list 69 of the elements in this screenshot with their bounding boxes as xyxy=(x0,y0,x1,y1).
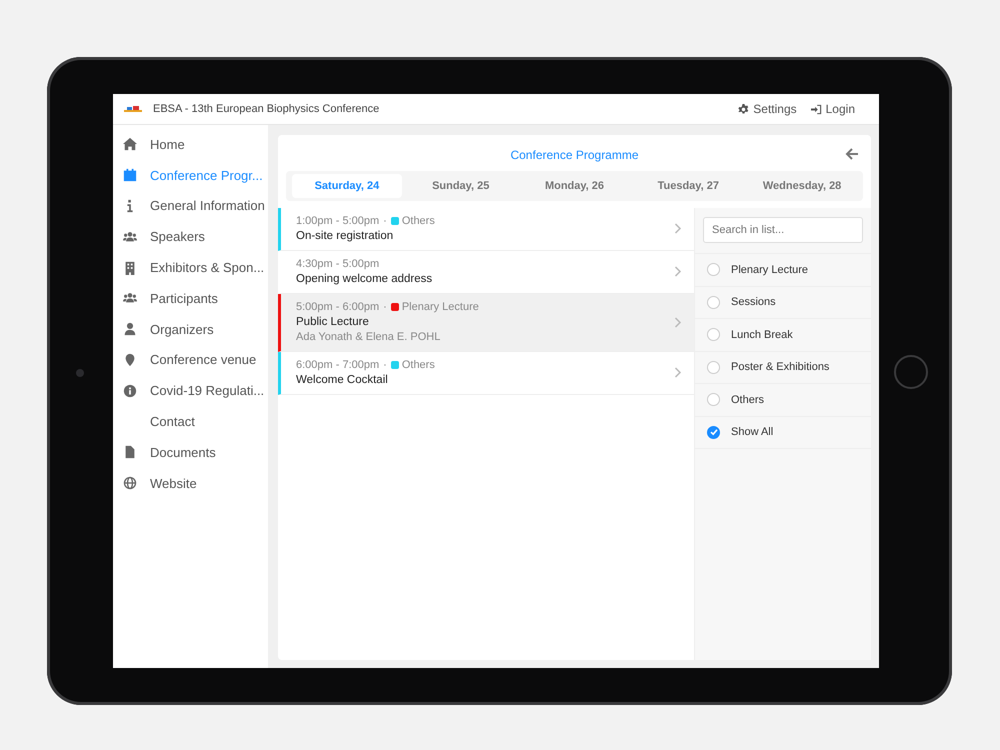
sidebar-item[interactable]: Exhibitors & Spon... xyxy=(113,252,268,283)
event-category: Others xyxy=(402,359,435,371)
camera-dot xyxy=(76,369,84,377)
event-time: 6:00pm - 7:00pm xyxy=(296,359,380,371)
filter-option[interactable]: Others xyxy=(695,383,871,416)
separator-dot: · xyxy=(383,215,387,227)
sidebar-item[interactable]: Speakers xyxy=(113,221,268,252)
filter-option[interactable]: Lunch Break xyxy=(695,318,871,350)
chevron-right-icon xyxy=(674,223,682,234)
sidebar-item[interactable]: Home xyxy=(113,129,268,160)
event-title: On-site registration xyxy=(296,230,394,242)
day-tab[interactable]: Monday, 26 xyxy=(520,174,630,198)
radio-button[interactable] xyxy=(707,263,720,276)
page-title: Conference Programme xyxy=(510,148,639,162)
filter-option[interactable]: Plenary Lecture xyxy=(695,253,871,286)
sidebar-item[interactable]: Participants xyxy=(113,282,268,314)
login-button[interactable]: Login xyxy=(810,102,855,116)
sidebar-item[interactable]: Contact xyxy=(113,406,268,437)
sidebar-item[interactable]: General Information xyxy=(113,190,268,222)
users-icon xyxy=(123,291,137,306)
day-tab[interactable]: Tuesday, 27 xyxy=(633,174,744,198)
event-title: Public Lecture xyxy=(296,316,370,328)
radio-button[interactable] xyxy=(707,360,720,374)
sidebar-item[interactable]: Covid-19 Regulati... xyxy=(113,375,268,406)
globe-icon xyxy=(123,476,137,490)
back-arrow-icon[interactable] xyxy=(845,147,859,161)
event-category: Plenary Lecture xyxy=(402,301,479,313)
home-button[interactable] xyxy=(894,355,928,389)
event-title: Opening welcome address xyxy=(296,273,434,285)
sidebar-item[interactable]: Conference venue xyxy=(113,344,268,376)
day-tab[interactable]: Sunday, 25 xyxy=(406,174,516,198)
filter-option[interactable]: Poster & Exhibitions xyxy=(695,350,871,383)
day-tab[interactable]: Wednesday, 28 xyxy=(747,174,857,198)
radio-button[interactable] xyxy=(707,328,720,342)
event-time: 1:00pm - 5:00pm xyxy=(296,215,380,227)
settings-icon xyxy=(738,104,750,114)
user-icon xyxy=(123,322,137,336)
event-time: 4:30pm - 5:00pm xyxy=(296,258,380,270)
filter-option[interactable]: Show All xyxy=(695,416,871,449)
radio-button[interactable] xyxy=(707,426,720,439)
document-icon xyxy=(123,445,137,460)
event-row[interactable]: 5:00pm - 6:00pm · Plenary Lecture Public Lecture Ada Yonath & Elena E. POHL xyxy=(278,294,694,352)
event-title: Welcome Cocktail xyxy=(296,374,389,386)
chevron-right-icon xyxy=(674,367,682,378)
chevron-right-icon xyxy=(674,266,682,277)
building-icon xyxy=(123,260,137,275)
calendar-icon xyxy=(123,168,137,182)
sidebar-item[interactable]: Documents xyxy=(113,436,268,468)
filter-option[interactable]: Sessions xyxy=(695,286,871,318)
settings-button[interactable]: Settings xyxy=(738,102,797,116)
event-category: Others xyxy=(402,215,435,227)
radio-button[interactable] xyxy=(707,393,720,406)
logo-icon xyxy=(123,104,143,114)
radio-button[interactable] xyxy=(707,296,720,309)
search-field[interactable]: Search in list... xyxy=(703,217,863,243)
sign-in-icon xyxy=(810,104,822,114)
event-speakers: Ada Yonath & Elena E. POHL xyxy=(296,331,442,343)
info-circle-icon xyxy=(123,384,137,398)
chevron-right-icon xyxy=(674,316,682,328)
home-icon xyxy=(123,137,137,152)
separator-dot: · xyxy=(383,301,387,313)
sidebar-item[interactable]: Website xyxy=(113,468,268,499)
separator-dot: · xyxy=(383,359,387,371)
map-pin-icon xyxy=(123,352,137,367)
app-title: EBSA - 13th European Biophysics Conference xyxy=(153,103,380,115)
event-time: 5:00pm - 6:00pm xyxy=(296,301,380,313)
sidebar-item[interactable]: Organizers xyxy=(113,314,268,345)
users-icon xyxy=(123,230,137,244)
checkmark-icon xyxy=(710,428,718,436)
